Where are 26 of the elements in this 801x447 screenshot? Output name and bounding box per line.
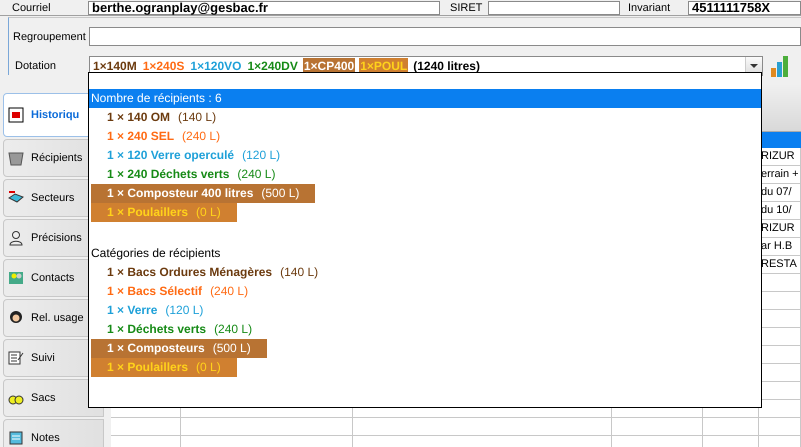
field-label: Regroupement bbox=[13, 30, 87, 42]
email-field[interactable]: berthe.ogranplay@gesbac.fr bbox=[88, 0, 440, 14]
field-label: SIRET bbox=[449, 2, 484, 14]
side-tab[interactable]: Notes bbox=[3, 419, 104, 447]
siret-field[interactable] bbox=[488, 0, 620, 14]
bar-chart-icon bbox=[770, 54, 790, 78]
people-icon bbox=[8, 270, 24, 286]
notepad-icon bbox=[8, 430, 24, 446]
dotation-code: 1×240S bbox=[142, 58, 186, 74]
chart-button[interactable] bbox=[769, 53, 791, 79]
invariant-field[interactable]: 4511111758X bbox=[688, 0, 801, 14]
regroupement-field[interactable] bbox=[89, 27, 801, 46]
list-item[interactable]: 1 × Composteur 400 litres (500 L) bbox=[91, 184, 316, 203]
dotation-code: 1×240DV bbox=[246, 58, 299, 74]
dotation-total: (1240 litres) bbox=[412, 58, 481, 74]
dotation-code: 1×120VO bbox=[189, 58, 242, 74]
form-icon bbox=[8, 350, 24, 366]
person-icon bbox=[8, 230, 24, 246]
dotation-code: 1×140M bbox=[92, 58, 138, 74]
list-item[interactable]: 1 × Composteurs (500 L) bbox=[91, 339, 267, 358]
field-label: Invariant bbox=[627, 2, 672, 14]
caret-icon bbox=[750, 64, 758, 68]
list-heading[interactable]: Nombre de récipients : 6 bbox=[89, 89, 761, 108]
field-label: Dotation bbox=[14, 60, 57, 72]
bin-icon bbox=[8, 150, 24, 166]
field-label: Courriel bbox=[12, 2, 52, 14]
